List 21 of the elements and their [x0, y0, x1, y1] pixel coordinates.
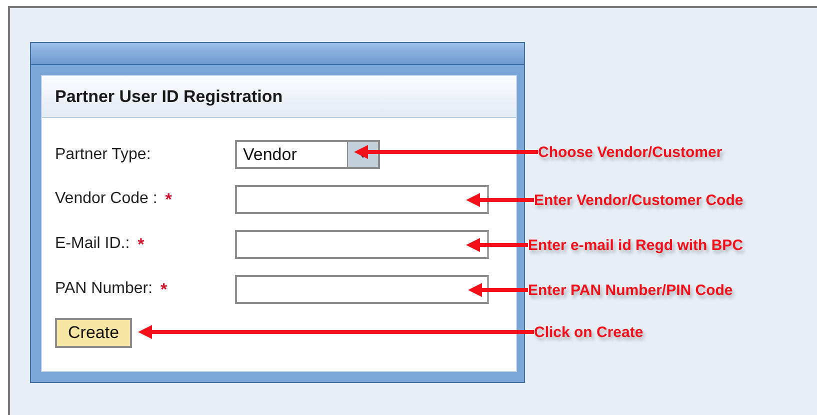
annotation-text: Choose Vendor/Customer — [538, 144, 722, 160]
required-mark: * — [138, 234, 144, 254]
input-field[interactable] — [235, 275, 489, 304]
field-label: Partner Type: — [55, 146, 151, 164]
create-button[interactable]: Create — [55, 318, 132, 348]
required-mark: * — [160, 280, 168, 300]
input-field[interactable] — [235, 185, 489, 214]
panel-title: Partner User ID Registration — [55, 86, 283, 106]
arrow — [466, 237, 528, 253]
arrow — [466, 192, 534, 208]
annotation-text: Click on Create — [534, 324, 644, 340]
field-label: PAN Number: — [55, 280, 153, 298]
annotation-text: Enter e-mail id Regd with BPC — [528, 236, 744, 254]
annotation-text: Enter Vendor/Customer Code — [534, 192, 744, 208]
field-label: E-Mail ID.: — [55, 234, 130, 252]
partner-type-dropdown[interactable]: Vendor — [235, 140, 380, 169]
annotation-text: Enter PAN Number/PIN Code — [528, 282, 733, 298]
arrow — [468, 282, 528, 298]
required-mark: * — [165, 190, 172, 210]
input-field[interactable] — [235, 230, 489, 259]
field-label: Vendor Code : — [55, 190, 158, 208]
